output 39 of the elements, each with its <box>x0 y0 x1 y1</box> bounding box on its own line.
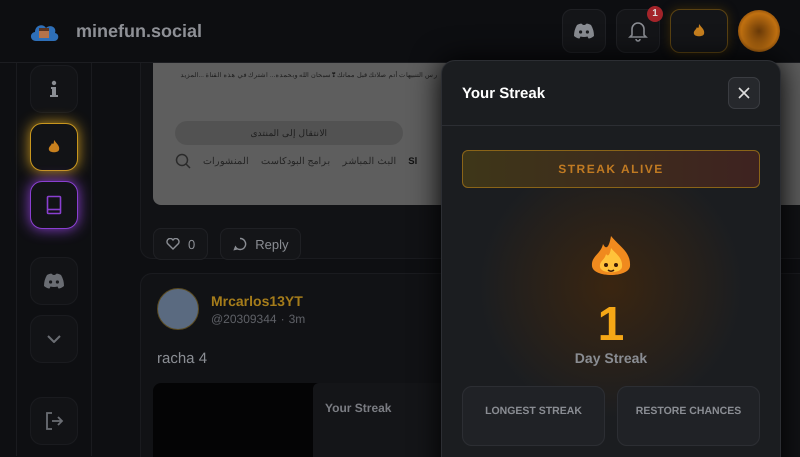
channel-tab[interactable]: Sl <box>408 156 418 166</box>
author-handle: @20309344 <box>211 312 277 326</box>
post-text: racha 4 <box>157 350 208 367</box>
logout-button[interactable] <box>30 397 78 445</box>
book-icon <box>46 195 62 215</box>
discord-button[interactable] <box>562 9 606 53</box>
streak-status-banner: STREAK ALIVE <box>462 150 760 188</box>
flame-button[interactable] <box>30 123 78 171</box>
notification-count: 1 <box>647 6 663 22</box>
book-button[interactable] <box>30 181 78 229</box>
streak-count: 1 <box>598 300 624 350</box>
media-caption: Your Streak <box>325 401 392 415</box>
author-avatar[interactable] <box>157 288 199 330</box>
discord-button[interactable] <box>30 257 78 305</box>
close-button[interactable] <box>728 77 760 109</box>
stat-label: LONGEST STREAK <box>485 405 582 417</box>
site-name[interactable]: minefun.social <box>76 20 202 42</box>
bell-icon <box>628 20 648 42</box>
author-name[interactable]: Mrcarlos13YT <box>211 292 306 308</box>
logout-icon <box>44 411 64 431</box>
modal-title: Your Streak <box>462 84 546 102</box>
reply-button[interactable]: Reply <box>220 228 302 260</box>
discord-icon <box>43 273 65 289</box>
flame-icon <box>693 24 705 38</box>
chevron-down-icon <box>47 335 61 343</box>
flame-icon <box>48 140 60 154</box>
post-time: 3m <box>288 312 306 326</box>
info-icon <box>49 80 59 98</box>
discord-icon <box>573 23 595 39</box>
heart-icon <box>166 238 180 250</box>
user-avatar[interactable] <box>738 10 780 52</box>
info-button[interactable] <box>30 65 78 113</box>
notifications-button[interactable]: 1 <box>616 9 660 53</box>
stat-label: RESTORE CHANCES <box>636 405 742 417</box>
like-button[interactable]: 0 <box>153 228 208 260</box>
close-icon <box>738 87 750 99</box>
streak-label: Day Streak <box>574 350 648 366</box>
separator-dot: · <box>280 312 285 326</box>
streak-button[interactable] <box>670 9 728 53</box>
